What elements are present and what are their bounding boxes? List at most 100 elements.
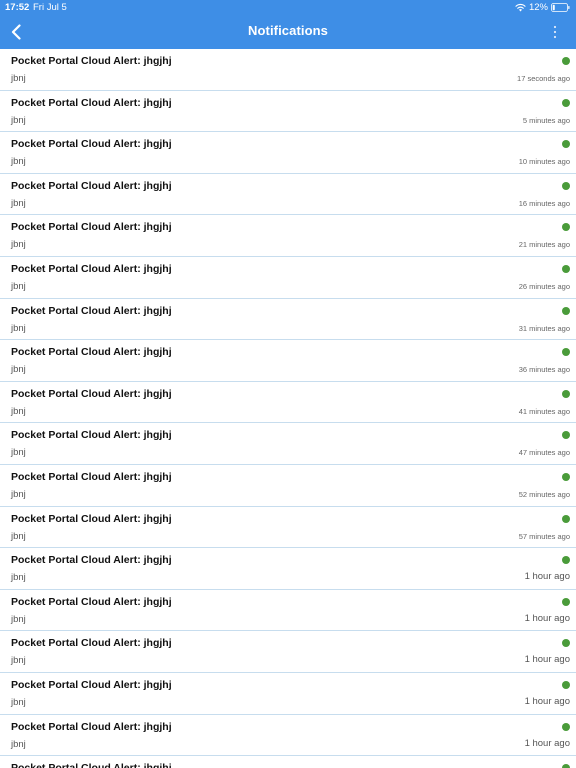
notification-message: jbnj xyxy=(11,114,26,126)
unread-status-dot xyxy=(562,722,570,731)
header: 17:52 Fri Jul 5 12% Notifications xyxy=(0,0,576,49)
page-title: Notifications xyxy=(247,23,329,38)
notification-timestamp: 26 minutes ago xyxy=(518,281,570,291)
notification-message: jbnj xyxy=(11,280,26,292)
unread-status-dot xyxy=(562,431,570,440)
notification-message: jbnj xyxy=(11,322,26,334)
notification-title: Pocket Portal Cloud Alert: jhgjhj xyxy=(11,512,172,525)
more-menu-button[interactable] xyxy=(550,23,560,41)
notification-title: Pocket Portal Cloud Alert: jhgjhj xyxy=(11,138,172,151)
notification-timestamp: 1 hour ago xyxy=(524,571,570,583)
notification-timestamp: 52 minutes ago xyxy=(518,489,570,499)
notification-title: Pocket Portal Cloud Alert: jhgjhj xyxy=(11,678,172,691)
unread-status-dot xyxy=(562,514,570,523)
notification-timestamp: 1 hour ago xyxy=(524,612,570,624)
notification-item[interactable]: Pocket Portal Cloud Alert: jhgjhj xyxy=(0,756,576,768)
notification-message: jbnj xyxy=(11,696,26,708)
notification-timestamp: 16 minutes ago xyxy=(518,198,570,208)
notification-item[interactable]: Pocket Portal Cloud Alert: jhgjhj jbnj 1 h… xyxy=(0,715,576,757)
notification-title: Pocket Portal Cloud Alert: jhgjhj xyxy=(11,304,172,317)
notification-title: Pocket Portal Cloud Alert: jhgjhj xyxy=(11,595,172,608)
unread-status-dot xyxy=(562,556,570,565)
notification-item[interactable]: Pocket Portal Cloud Alert: jhgjhj jbnj 1 h… xyxy=(0,673,576,715)
notification-item[interactable]: Pocket Portal Cloud Alert: jhgjhj jbnj 47 … xyxy=(0,423,576,465)
notification-title: Pocket Portal Cloud Alert: jhgjhj xyxy=(11,346,172,359)
unread-status-dot xyxy=(562,306,570,315)
notification-timestamp: 47 minutes ago xyxy=(518,448,570,458)
notification-item[interactable]: Pocket Portal Cloud Alert: jhgjhj jbnj 26 … xyxy=(0,257,576,299)
notification-message: jbnj xyxy=(11,364,26,376)
notification-list[interactable]: Pocket Portal Cloud Alert: jhgjhj jbnj 17 … xyxy=(0,49,576,768)
notification-message: jbnj xyxy=(11,239,26,251)
unread-status-dot xyxy=(562,680,570,689)
notification-item[interactable]: Pocket Portal Cloud Alert: jhgjhj jbnj 1 h… xyxy=(0,548,576,590)
status-bar: 17:52 Fri Jul 5 12% xyxy=(0,0,576,14)
notification-timestamp: 1 hour ago xyxy=(524,695,570,707)
status-time: 17:52 xyxy=(5,2,30,13)
notification-timestamp: 41 minutes ago xyxy=(518,406,570,416)
notification-message: jbnj xyxy=(11,488,26,500)
more-vertical-icon xyxy=(553,25,557,39)
notification-item[interactable]: Pocket Portal Cloud Alert: jhgjhj jbnj 10 … xyxy=(0,132,576,174)
notification-message: jbnj xyxy=(11,447,26,459)
notification-timestamp: 1 hour ago xyxy=(524,737,570,749)
notification-title: Pocket Portal Cloud Alert: jhgjhj xyxy=(11,221,172,234)
notification-item[interactable]: Pocket Portal Cloud Alert: jhgjhj jbnj 52 … xyxy=(0,465,576,507)
notification-message: jbnj xyxy=(11,613,26,625)
notification-message: jbnj xyxy=(11,738,26,750)
unread-status-dot xyxy=(562,98,570,107)
battery-icon xyxy=(551,3,570,12)
unread-status-dot xyxy=(562,389,570,398)
notification-message: jbnj xyxy=(11,572,26,584)
notification-item[interactable]: Pocket Portal Cloud Alert: jhgjhj jbnj 36 … xyxy=(0,340,576,382)
notification-item[interactable]: Pocket Portal Cloud Alert: jhgjhj jbnj 21 … xyxy=(0,215,576,257)
wifi-icon xyxy=(515,3,526,12)
battery-percent: 12% xyxy=(528,2,548,13)
unread-status-dot xyxy=(562,597,570,606)
notification-message: jbnj xyxy=(11,156,26,168)
notification-message: jbnj xyxy=(11,655,26,667)
notification-timestamp: 36 minutes ago xyxy=(518,365,570,375)
notification-timestamp: 57 minutes ago xyxy=(518,531,570,541)
notification-item[interactable]: Pocket Portal Cloud Alert: jhgjhj jbnj 57 … xyxy=(0,507,576,549)
notification-title: Pocket Portal Cloud Alert: jhgjhj xyxy=(11,262,172,275)
notification-timestamp: 21 minutes ago xyxy=(518,240,570,250)
unread-status-dot xyxy=(562,140,570,149)
notification-item[interactable]: Pocket Portal Cloud Alert: jhgjhj jbnj 31 … xyxy=(0,299,576,341)
notification-timestamp: 5 minutes ago xyxy=(522,115,570,125)
notification-title: Pocket Portal Cloud Alert: jhgjhj xyxy=(11,55,172,67)
nav-bar: Notifications xyxy=(0,14,576,49)
notification-timestamp: 31 minutes ago xyxy=(518,323,570,333)
notification-title: Pocket Portal Cloud Alert: jhgjhj xyxy=(11,554,172,567)
notification-item[interactable]: Pocket Portal Cloud Alert: jhgjhj jbnj 1 h… xyxy=(0,631,576,673)
notification-title: Pocket Portal Cloud Alert: jhgjhj xyxy=(11,96,172,109)
notification-message: jbnj xyxy=(11,405,26,417)
notification-title: Pocket Portal Cloud Alert: jhgjhj xyxy=(11,720,172,733)
notification-title: Pocket Portal Cloud Alert: jhgjhj xyxy=(11,470,172,483)
unread-status-dot xyxy=(562,348,570,357)
unread-status-dot xyxy=(562,472,570,481)
notification-title: Pocket Portal Cloud Alert: jhgjhj xyxy=(11,387,172,400)
notification-item[interactable]: Pocket Portal Cloud Alert: jhgjhj jbnj 5 m… xyxy=(0,91,576,133)
notification-item[interactable]: Pocket Portal Cloud Alert: jhgjhj jbnj 1 h… xyxy=(0,590,576,632)
unread-status-dot xyxy=(562,223,570,232)
app-screen: 17:52 Fri Jul 5 12% Notifications Pocket… xyxy=(0,0,576,768)
status-indicators: 12% xyxy=(515,1,570,14)
unread-status-dot xyxy=(562,57,570,65)
notification-message: jbnj xyxy=(11,530,26,542)
notification-message: jbnj xyxy=(11,197,26,209)
unread-status-dot xyxy=(562,639,570,648)
notification-timestamp: 10 minutes ago xyxy=(518,157,570,167)
notification-title: Pocket Portal Cloud Alert: jhgjhj xyxy=(11,762,172,768)
notification-title: Pocket Portal Cloud Alert: jhgjhj xyxy=(11,179,172,192)
unread-status-dot xyxy=(562,264,570,273)
notification-item[interactable]: Pocket Portal Cloud Alert: jhgjhj jbnj 17 … xyxy=(0,49,576,91)
unread-status-dot xyxy=(562,764,570,768)
status-date: Fri Jul 5 xyxy=(33,2,67,13)
notification-message: jbnj xyxy=(11,73,26,84)
notification-title: Pocket Portal Cloud Alert: jhgjhj xyxy=(11,637,172,650)
notification-item[interactable]: Pocket Portal Cloud Alert: jhgjhj jbnj 41 … xyxy=(0,382,576,424)
notification-item[interactable]: Pocket Portal Cloud Alert: jhgjhj jbnj 16 … xyxy=(0,174,576,216)
unread-status-dot xyxy=(562,181,570,190)
notification-title: Pocket Portal Cloud Alert: jhgjhj xyxy=(11,429,172,442)
